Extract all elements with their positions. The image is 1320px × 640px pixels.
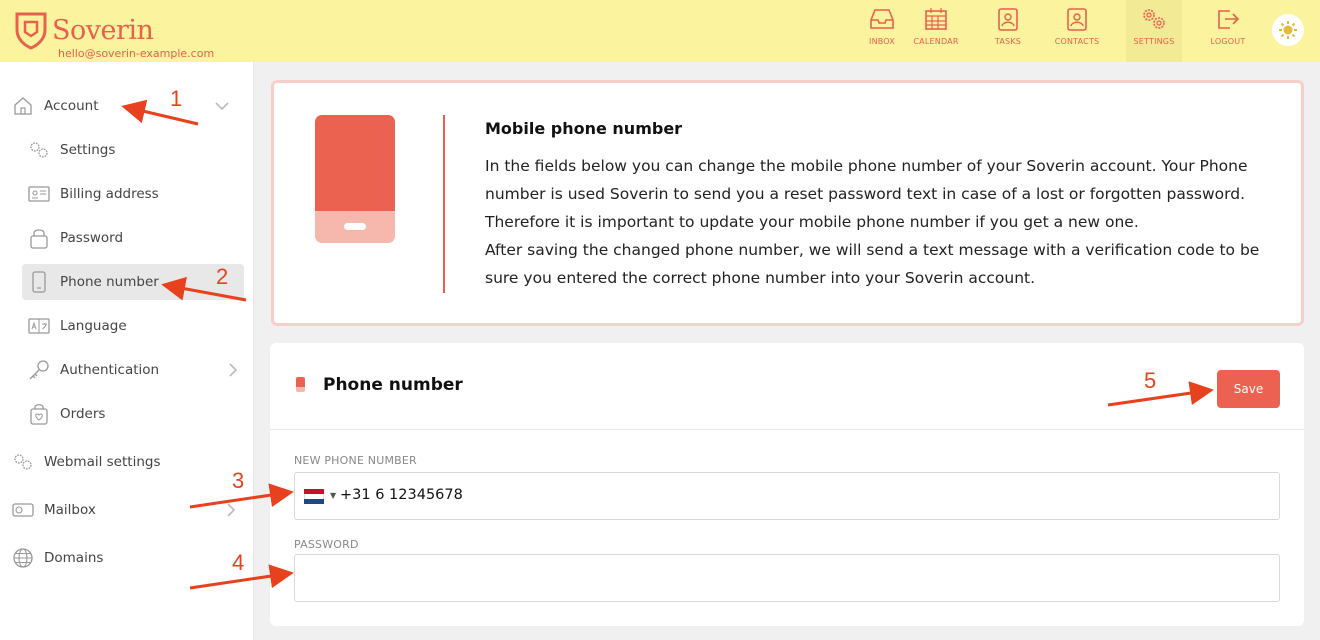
brand-name: Soverin (52, 14, 154, 46)
theme-toggle-button[interactable] (1272, 14, 1304, 46)
chevron-right-icon[interactable] (226, 502, 236, 518)
phone-info-card: Mobile phone number In the fields below … (271, 80, 1304, 326)
globe-icon (12, 547, 34, 569)
phone-illustration-icon (315, 115, 395, 243)
account-email: hello@soverin-example.com (58, 47, 215, 60)
annotation-number-1: 1 (170, 86, 183, 111)
annotation-number-3: 3 (232, 468, 245, 493)
key-icon (28, 359, 50, 381)
info-title: Mobile phone number (485, 119, 683, 138)
sidebar-item-webmail-settings[interactable]: Webmail settings (12, 444, 244, 480)
sidebar-item-settings[interactable]: Settings (28, 132, 246, 168)
sun-icon (1279, 21, 1297, 39)
id-card-icon (28, 183, 50, 205)
nav-inbox[interactable]: INBOX (862, 0, 902, 62)
nav-logout[interactable]: LOGOUT (1208, 0, 1248, 62)
phone-small-icon (296, 377, 305, 392)
logout-icon (1218, 10, 1240, 29)
annotation-number-2: 2 (216, 264, 229, 289)
calendar-icon (925, 8, 947, 30)
nav-calendar[interactable]: CALENDAR (910, 0, 962, 62)
gears-icon (28, 139, 50, 161)
divider (443, 115, 445, 293)
country-dropdown-caret-icon[interactable]: ▼ (330, 491, 336, 500)
phone-number-value[interactable]: +31 6 12345678 (340, 487, 463, 503)
nav-contacts[interactable]: CONTACTS (1054, 0, 1100, 62)
chevron-down-icon[interactable] (214, 101, 230, 111)
password-input[interactable] (294, 554, 1280, 602)
top-header: Soverin hello@soverin-example.com INBOX … (0, 0, 1320, 62)
form-title: Phone number (323, 375, 463, 395)
tasks-icon (998, 8, 1018, 31)
netherlands-flag-icon[interactable] (304, 489, 324, 504)
sidebar-item-phone-number[interactable]: Phone number (22, 264, 244, 300)
sidebar-item-password[interactable]: Password (28, 220, 246, 256)
shield-logo-icon (15, 12, 47, 50)
chevron-right-icon[interactable] (228, 362, 238, 378)
sidebar-item-account[interactable]: Account (12, 88, 244, 124)
language-icon (28, 315, 50, 337)
phone-icon (28, 271, 50, 293)
sidebar: Account Settings Billing address Passwor… (0, 62, 254, 640)
sidebar-item-domains[interactable]: Domains (12, 540, 244, 576)
annotation-number-4: 4 (232, 550, 245, 575)
save-button[interactable]: Save (1217, 370, 1280, 408)
inbox-icon (870, 9, 894, 29)
home-icon (12, 95, 34, 117)
webmail-gears-icon (12, 451, 34, 473)
sidebar-item-mailbox[interactable]: Mailbox (12, 492, 244, 528)
sidebar-item-orders[interactable]: Orders (28, 396, 246, 432)
brand-logo[interactable]: Soverin (14, 10, 154, 50)
phone-number-input[interactable]: ▼ +31 6 12345678 (294, 472, 1280, 520)
bag-icon (28, 403, 50, 425)
info-description: In the fields below you can change the m… (485, 157, 1260, 287)
settings-icon (1143, 9, 1165, 29)
phone-field-label: NEW PHONE NUMBER (294, 454, 417, 467)
lock-icon (28, 227, 50, 249)
annotation-number-5: 5 (1144, 368, 1157, 393)
mailbox-icon (12, 499, 34, 521)
sidebar-item-language[interactable]: Language (28, 308, 246, 344)
nav-settings[interactable]: SETTINGS (1126, 0, 1182, 62)
nav-tasks[interactable]: TASKS (990, 0, 1026, 62)
password-field-label: PASSWORD (294, 538, 359, 551)
contacts-icon (1067, 8, 1087, 31)
sidebar-item-billing-address[interactable]: Billing address (28, 176, 246, 212)
sidebar-item-authentication[interactable]: Authentication (28, 352, 246, 388)
